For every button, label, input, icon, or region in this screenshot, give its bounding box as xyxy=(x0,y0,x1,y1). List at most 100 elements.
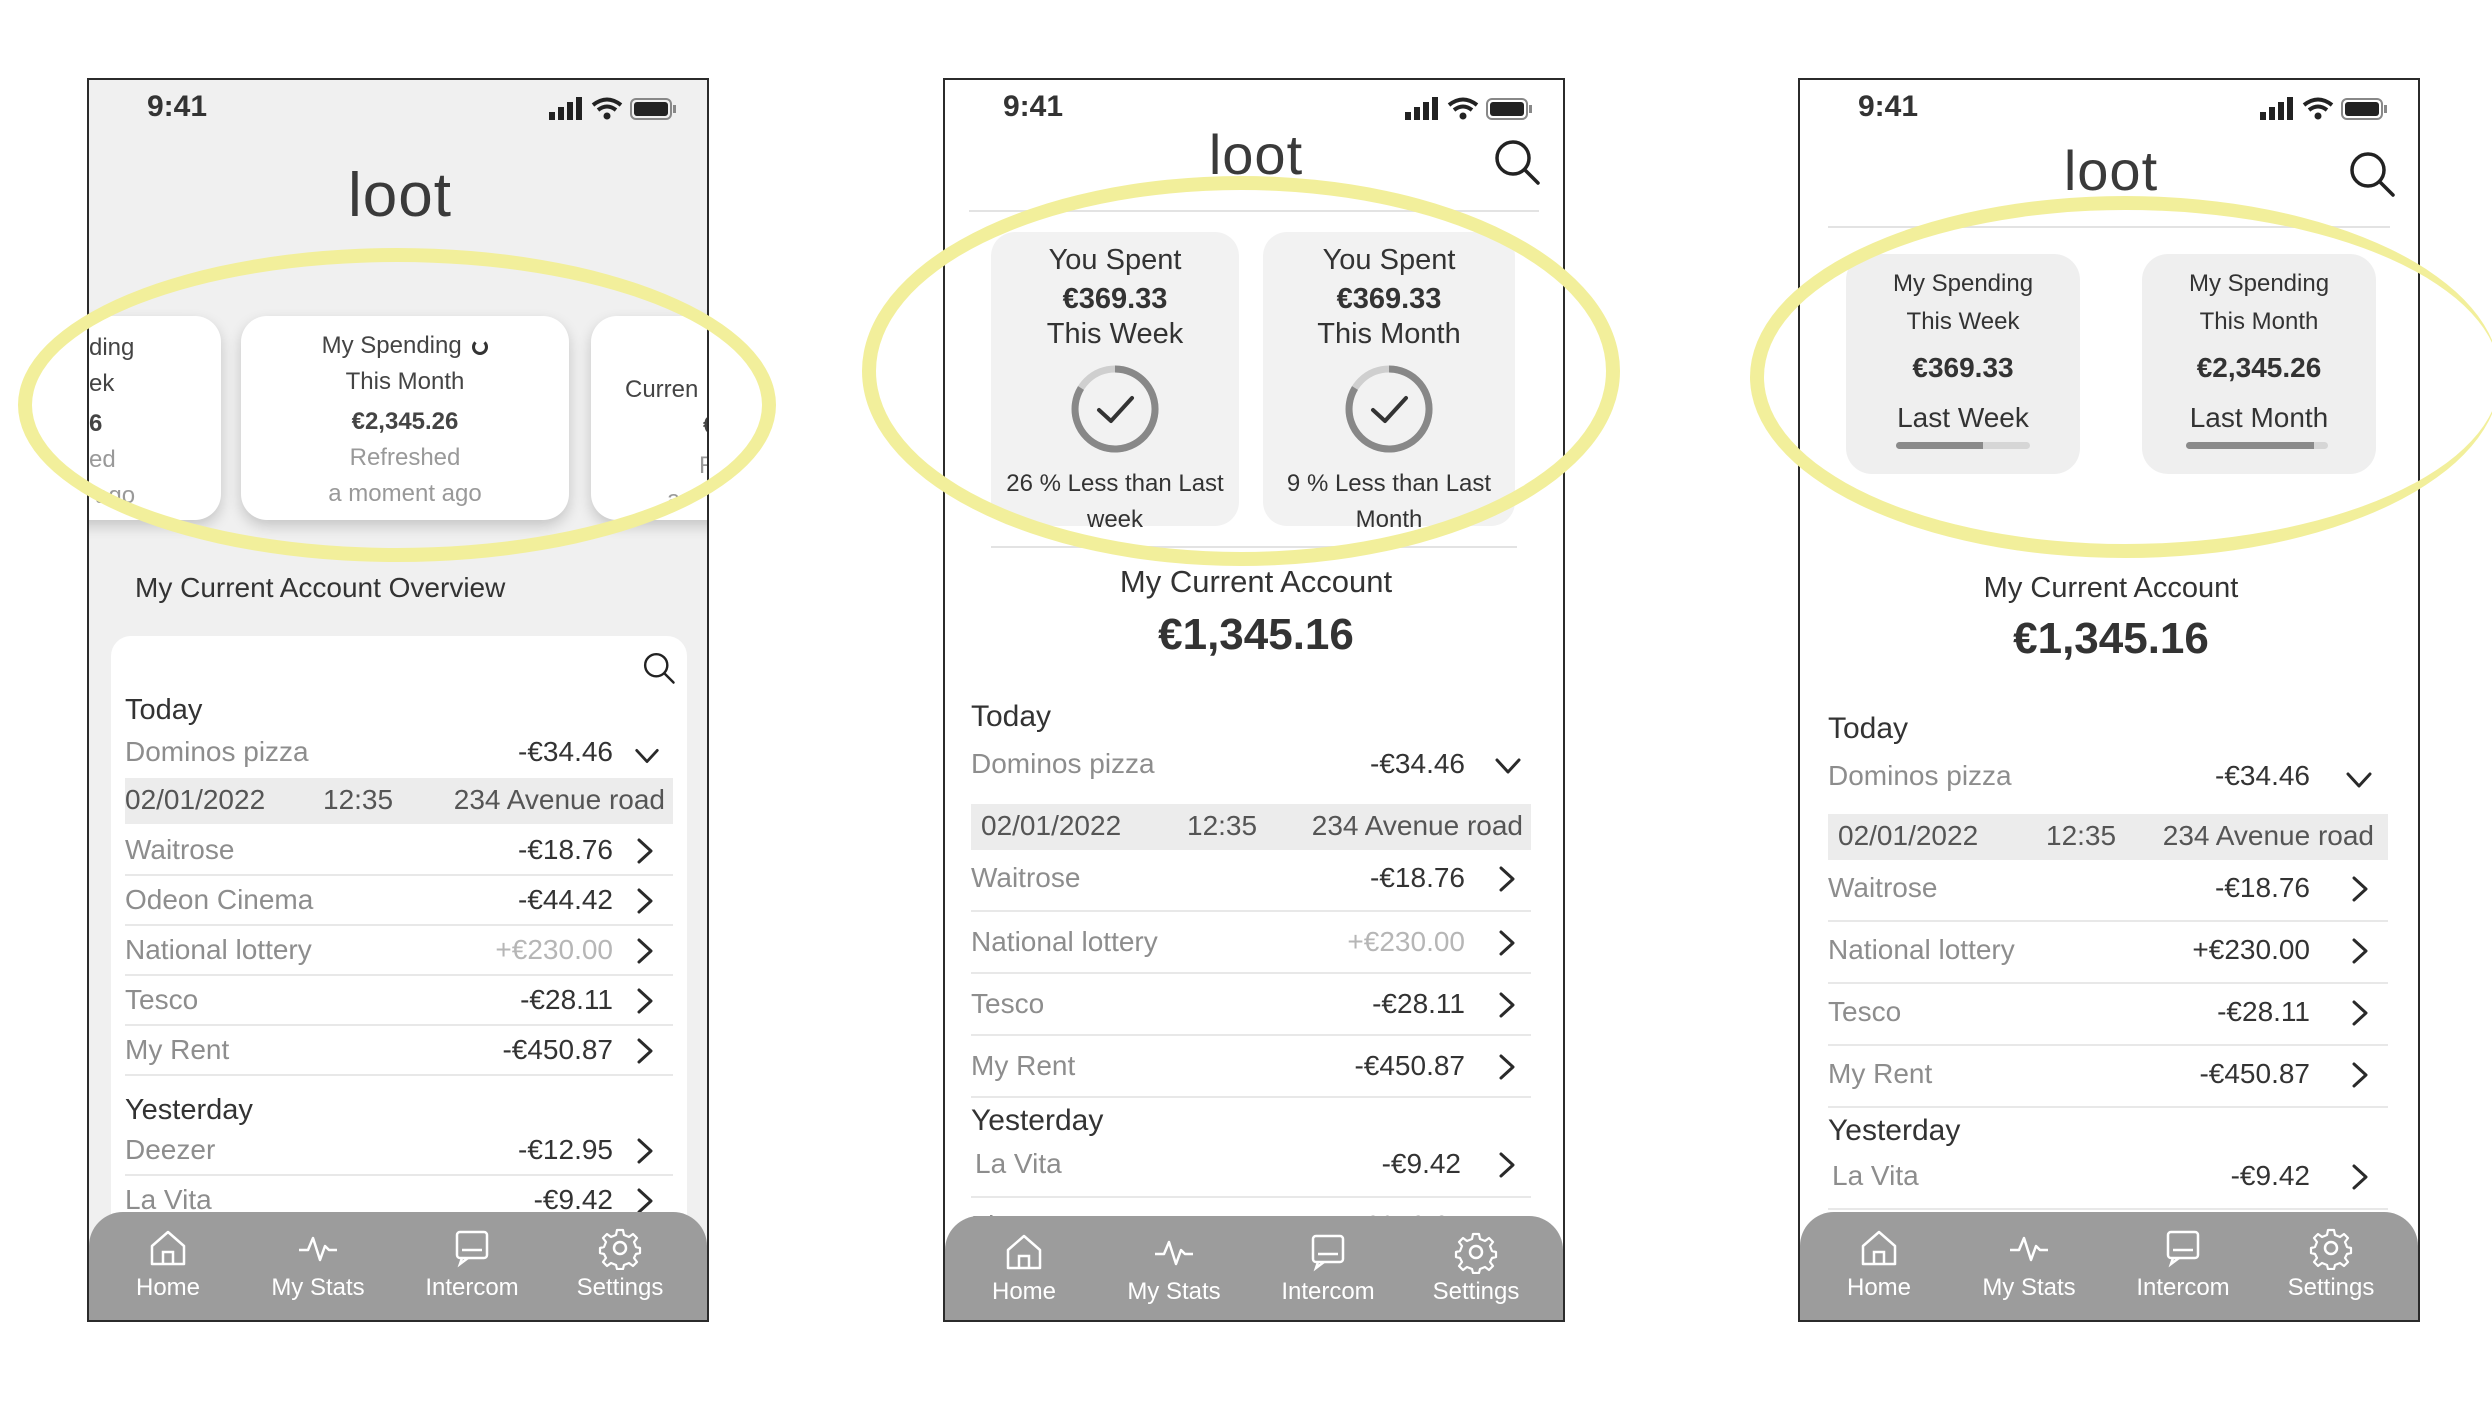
chevron-right-icon[interactable] xyxy=(1495,1150,1519,1180)
chevron-down-icon[interactable] xyxy=(633,744,661,768)
nav-settings[interactable]: Settings xyxy=(2266,1226,2396,1302)
nav-intercom[interactable]: Intercom xyxy=(2118,1226,2248,1302)
divider xyxy=(1828,226,2390,228)
status-time: 9:41 xyxy=(1858,90,1919,123)
transaction-detail: 02/01/2022 12:35 234 Avenue road xyxy=(125,778,673,824)
transaction-row[interactable]: La Vita -€9.42 xyxy=(1828,1152,2388,1210)
chat-icon xyxy=(2161,1226,2205,1270)
transaction-row[interactable]: Dominos pizza -€34.46 xyxy=(125,728,673,778)
transaction-row[interactable]: National lottery +€230.00 xyxy=(125,926,673,976)
gear-icon xyxy=(2309,1226,2353,1270)
chat-icon xyxy=(1306,1230,1350,1274)
nav-intercom[interactable]: Intercom xyxy=(1263,1230,1393,1306)
nav-intercom[interactable]: Intercom xyxy=(407,1226,537,1302)
stats-icon xyxy=(1152,1230,1196,1274)
gear-icon xyxy=(598,1226,642,1270)
transaction-row[interactable]: Waitrose -€18.76 xyxy=(971,854,1531,912)
account-balance: €1,345.16 xyxy=(1158,610,1354,659)
chevron-right-icon[interactable] xyxy=(633,936,657,966)
transaction-row[interactable]: National lottery +€230.00 xyxy=(971,914,1531,974)
spending-card-prev[interactable]: ding ek 6 ed ago xyxy=(89,316,221,520)
spending-card-month[interactable]: My Spending This Month €2,345.26 Refresh… xyxy=(241,316,569,520)
card-amount: €2,345.26 xyxy=(351,408,459,435)
transaction-row[interactable]: Waitrose -€18.76 xyxy=(1828,862,2388,922)
card-status: Refreshed xyxy=(349,444,461,471)
status-time: 9:41 xyxy=(147,90,208,123)
nav-home[interactable]: Home xyxy=(959,1230,1089,1306)
gear-icon xyxy=(1454,1230,1498,1274)
chevron-right-icon[interactable] xyxy=(1495,990,1519,1020)
transaction-row[interactable]: Tesco -€28.11 xyxy=(1828,986,2388,1046)
chat-icon xyxy=(450,1226,494,1270)
chevron-right-icon[interactable] xyxy=(633,1036,657,1066)
refresh-icon xyxy=(472,338,489,355)
bottom-nav: Home My Stats Intercom Settings xyxy=(1800,1212,2418,1320)
nav-my-stats[interactable]: My Stats xyxy=(1964,1226,2094,1302)
spent-week-card[interactable]: You Spent €369.33 This Week 26 % Less th… xyxy=(991,232,1239,533)
chevron-right-icon[interactable] xyxy=(633,886,657,916)
app-logo: loot xyxy=(1208,123,1304,186)
search-icon[interactable] xyxy=(2346,148,2398,200)
transaction-row[interactable]: Deezer -€12.95 xyxy=(125,1126,673,1176)
transaction-row[interactable]: My Rent -€450.87 xyxy=(1828,1048,2388,1108)
status-icons xyxy=(1403,94,1535,124)
account-balance: €1,345.16 xyxy=(2013,614,2209,663)
nav-settings[interactable]: Settings xyxy=(1411,1230,1541,1306)
check-progress-icon xyxy=(1067,361,1163,457)
transaction-row[interactable]: Dominos pizza -€34.46 xyxy=(971,740,1531,790)
transaction-row[interactable]: My Rent -€450.87 xyxy=(971,1038,1531,1098)
card-title: My Spending xyxy=(321,332,462,359)
stats-icon xyxy=(296,1226,340,1270)
search-icon[interactable] xyxy=(641,650,677,686)
chevron-down-icon[interactable] xyxy=(2344,768,2374,792)
spending-card-next[interactable]: Curren € R a xyxy=(591,316,707,520)
divider xyxy=(991,546,1517,548)
chevron-right-icon[interactable] xyxy=(633,986,657,1016)
search-icon[interactable] xyxy=(1491,136,1543,188)
nav-settings[interactable]: Settings xyxy=(555,1226,685,1302)
chevron-right-icon[interactable] xyxy=(633,836,657,866)
app-logo: loot xyxy=(348,161,452,230)
nav-home[interactable]: Home xyxy=(103,1226,233,1302)
transaction-row[interactable]: Tesco -€28.11 xyxy=(125,976,673,1026)
chevron-right-icon[interactable] xyxy=(2348,874,2372,904)
transaction-row[interactable]: Odeon Cinema -€44.42 xyxy=(125,876,673,926)
spent-month-card[interactable]: You Spent €369.33 This Month 9 % Less th… xyxy=(1263,232,1515,533)
nav-my-stats[interactable]: My Stats xyxy=(1109,1230,1239,1306)
chevron-right-icon[interactable] xyxy=(1495,864,1519,894)
chevron-right-icon[interactable] xyxy=(1495,1052,1519,1082)
app-logo: loot xyxy=(2063,139,2159,202)
yesterday-header: Yesterday xyxy=(125,1094,253,1126)
nav-my-stats[interactable]: My Stats xyxy=(253,1226,383,1302)
today-header: Today xyxy=(125,694,203,726)
transaction-row[interactable]: La Vita -€9.42 xyxy=(971,1140,1531,1198)
chevron-right-icon[interactable] xyxy=(2348,936,2372,966)
chevron-right-icon[interactable] xyxy=(2348,1060,2372,1090)
transaction-row[interactable]: Waitrose -€18.76 xyxy=(125,826,673,876)
transaction-row[interactable]: National lottery +€230.00 xyxy=(1828,924,2388,984)
bottom-nav: Home My Stats Intercom Settings xyxy=(89,1212,707,1320)
transaction-row[interactable]: My Rent -€450.87 xyxy=(125,1026,673,1076)
phone-screen-3: 9:41 loot My Spending This Week €369.33 … xyxy=(1798,78,2420,1322)
home-icon xyxy=(146,1226,190,1270)
transactions-panel: Today Dominos pizza -€34.46 02/01/2022 1… xyxy=(111,636,687,1276)
chevron-down-icon[interactable] xyxy=(1493,754,1523,778)
account-title: My Current Account xyxy=(1983,572,2239,604)
status-icons xyxy=(2258,94,2390,124)
account-title: My Current Account xyxy=(1119,564,1393,599)
chevron-right-icon[interactable] xyxy=(633,1136,657,1166)
status-time: 9:41 xyxy=(1003,90,1064,123)
divider xyxy=(969,210,1539,212)
transaction-row[interactable]: Tesco -€28.11 xyxy=(971,976,1531,1036)
spending-month-card[interactable]: My Spending This Month €2,345.26 Last Mo… xyxy=(2142,254,2376,474)
phone-screen-2: 9:41 loot You Spent €369.33 This Week 26… xyxy=(943,78,1565,1322)
chevron-right-icon[interactable] xyxy=(2348,998,2372,1028)
chevron-right-icon[interactable] xyxy=(2348,1162,2372,1192)
card-time: a moment ago xyxy=(328,480,482,507)
spending-week-card[interactable]: My Spending This Week €369.33 Last Week xyxy=(1846,254,2080,474)
transaction-row[interactable]: Dominos pizza -€34.46 xyxy=(1828,752,2388,802)
nav-home[interactable]: Home xyxy=(1814,1226,1944,1302)
stats-icon xyxy=(2007,1226,2051,1270)
chevron-right-icon[interactable] xyxy=(1495,928,1519,958)
check-progress-icon xyxy=(1341,361,1437,457)
